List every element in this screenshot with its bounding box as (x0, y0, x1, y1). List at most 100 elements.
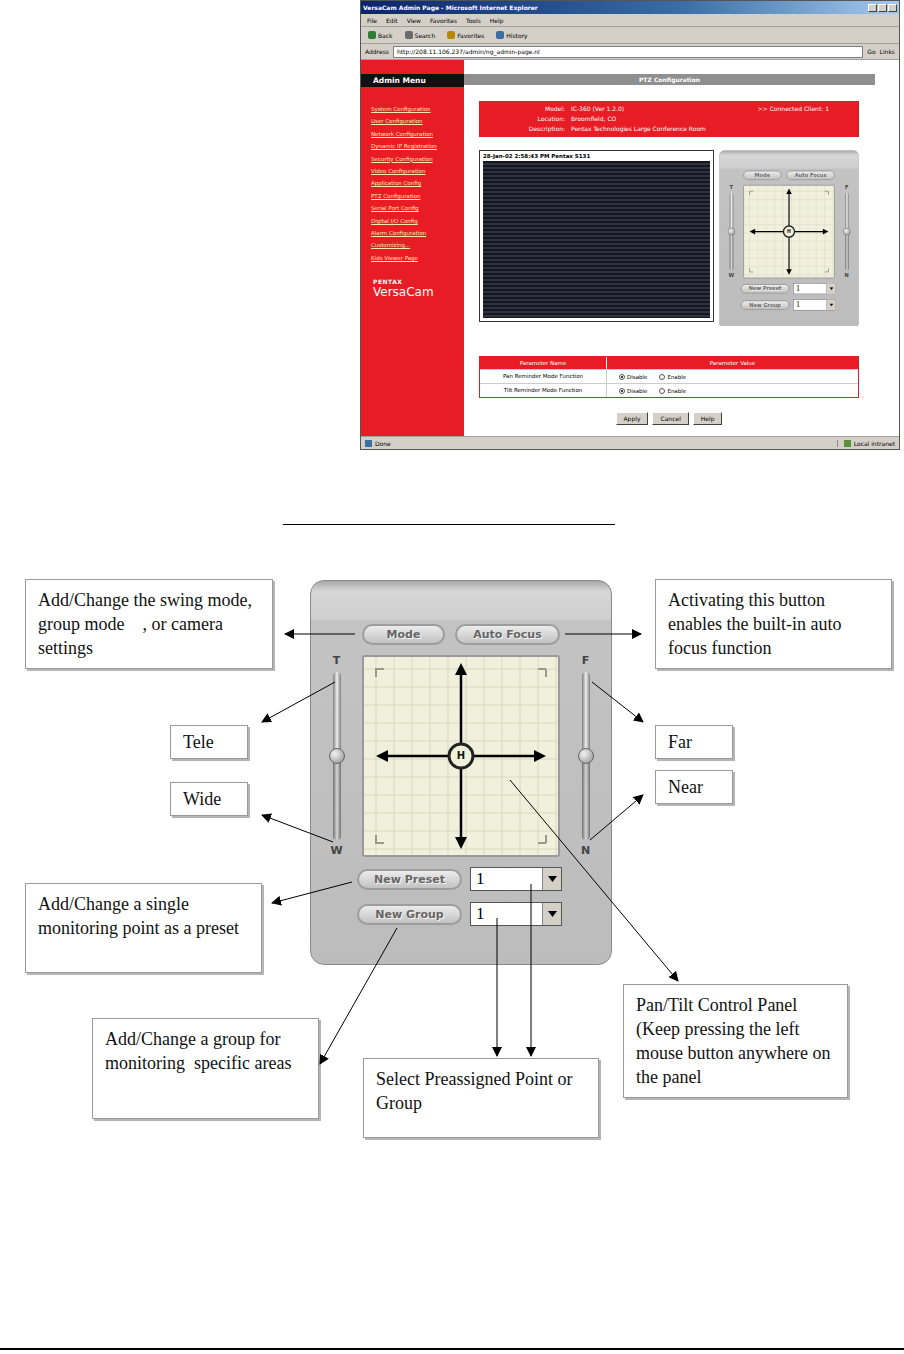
close-icon[interactable] (888, 4, 897, 12)
zone-text: Local intranet (854, 440, 895, 447)
slider-column: FN (560, 655, 611, 857)
sidebar-item[interactable]: Digital I/O Config (371, 215, 464, 227)
select-arrow-button[interactable] (542, 903, 561, 925)
toolbar-icon (447, 31, 455, 39)
parameter-value: Disable Enable (607, 384, 858, 397)
toolbar-label: Back (378, 32, 393, 39)
radio-option[interactable]: Disable (619, 374, 647, 380)
sidebar-item[interactable]: Video Configuration (371, 165, 464, 177)
sidebar-item[interactable]: Kids Viewer Page (371, 252, 464, 264)
mode-button[interactable]: Mode (362, 624, 445, 645)
sidebar-item[interactable]: PTZ Configuration (371, 190, 464, 202)
select-dropdown[interactable]: 1 (470, 867, 562, 891)
links-button[interactable]: Links (880, 48, 895, 55)
menu-item[interactable]: Help (490, 17, 504, 24)
radio-option[interactable]: Enable (659, 374, 686, 380)
go-button[interactable]: Go (867, 48, 875, 55)
slider-end-label: F (582, 655, 590, 667)
radio-option[interactable]: Disable (619, 388, 647, 394)
menu-item[interactable]: Edit (386, 17, 398, 24)
info-label: Location: (479, 115, 565, 122)
auto-focus-button[interactable]: Auto Focus (455, 624, 560, 645)
slider-knob[interactable] (728, 228, 735, 235)
toolbar-button[interactable]: History (493, 31, 530, 39)
form-button[interactable]: Help (693, 412, 723, 425)
minimize-icon[interactable] (868, 4, 877, 12)
toolbar-button[interactable]: Search (402, 31, 439, 39)
sidebar-item[interactable]: User Configuration (371, 115, 464, 127)
new-group-button[interactable]: New Group (357, 904, 462, 925)
select-arrow-button[interactable] (542, 868, 561, 890)
page-body: Model:IC-360 (Ver 1.2.0)>> Connected Cli… (464, 85, 859, 425)
sidebar-item[interactable]: Network Configuration (371, 128, 464, 140)
slider-knob[interactable] (329, 748, 345, 764)
pan-tilt-pad[interactable]: H (362, 655, 560, 857)
toolbar-button[interactable]: Favorites (444, 31, 487, 39)
auto-focus-button[interactable]: Auto Focus (786, 170, 835, 180)
ptz-control-panel: ModeAuto FocusTWHFNNew Preset1New Group1 (719, 150, 859, 326)
footer-rule (0, 1348, 904, 1350)
new-preset-button[interactable]: New Preset (741, 284, 790, 294)
sidebar-item[interactable]: Serial Port Config (371, 202, 464, 214)
radio-button[interactable] (659, 374, 665, 380)
toolbar-label: History (506, 32, 527, 39)
sidebar-item[interactable]: Alarm Configuration (371, 227, 464, 239)
slider-track[interactable] (729, 193, 733, 271)
graphic-shape (262, 815, 333, 842)
callout-box: Add/Change a single monitoring point as … (25, 883, 262, 973)
callout-box: Near (655, 770, 733, 804)
slider-column: TW (719, 185, 743, 279)
slider-track[interactable] (333, 672, 341, 840)
slider-knob[interactable] (843, 228, 850, 235)
select-arrow-button[interactable] (827, 300, 836, 310)
panel-middle: TWHFN (719, 185, 858, 279)
menu-item[interactable]: Favorites (430, 17, 457, 24)
radio-button[interactable] (619, 374, 625, 380)
graphic-shape (449, 744, 473, 768)
select-arrow-button[interactable] (827, 284, 836, 294)
new-group-button[interactable]: New Group (741, 300, 790, 310)
form-button[interactable]: Cancel (652, 412, 688, 425)
callout-box: Add/Change a group for monitoring specif… (92, 1018, 319, 1119)
browser-window: VersaCam Admin Page - Microsoft Internet… (360, 0, 900, 450)
window-controls (868, 4, 897, 12)
form-button[interactable]: Apply (616, 412, 649, 425)
new-preset-button[interactable]: New Preset (357, 869, 462, 890)
slider-fill (845, 232, 849, 271)
select-dropdown[interactable]: 1 (793, 283, 836, 294)
slider-track[interactable] (582, 672, 590, 840)
slider-knob[interactable] (578, 748, 594, 764)
menu-item[interactable]: View (407, 17, 421, 24)
select-dropdown[interactable]: 1 (470, 902, 562, 926)
toolbar-button[interactable]: Back (365, 31, 396, 39)
address-label: Address (365, 48, 389, 55)
table-row: Pan Reminder Mode FunctionDisableEnable (480, 369, 858, 383)
sidebar-list: System ConfigurationUser ConfigurationNe… (361, 87, 464, 264)
radio-button[interactable] (659, 388, 665, 394)
graphic-shape (548, 911, 557, 917)
radio-option[interactable]: Enable (659, 388, 686, 394)
menu-item[interactable]: Tools (466, 17, 481, 24)
toolbar-icon (496, 31, 504, 39)
sidebar-item[interactable]: Security Configuration (371, 153, 464, 165)
menu-item[interactable]: File (367, 17, 377, 24)
radio-label: Enable (667, 388, 686, 394)
select-dropdown[interactable]: 1 (793, 299, 836, 310)
graphic-shape (565, 634, 641, 635)
sidebar-item[interactable]: Application Config (371, 177, 464, 189)
home-label: H (787, 229, 791, 234)
radio-button[interactable] (619, 388, 625, 394)
mini-panel-scale: ModeAuto FocusTWHFNNew Preset1New Group1 (719, 150, 859, 326)
sidebar-item[interactable]: System Configuration (371, 103, 464, 115)
maximize-icon[interactable] (878, 4, 887, 12)
address-field[interactable]: http://208.11.106.237/admin/ng_admin-pag… (393, 46, 863, 58)
video-row: 28-Jan-02 2:58:43 PM Pentax S131ModeAuto… (479, 150, 859, 326)
slider-end-label: W (330, 845, 342, 857)
mode-button[interactable]: Mode (743, 170, 781, 180)
pan-tilt-pad[interactable]: H (743, 185, 835, 279)
sidebar-item[interactable]: Customizing... (371, 239, 464, 251)
page-header: PTZ Configuration (464, 74, 875, 85)
radio-label: Disable (627, 374, 647, 380)
slider-track[interactable] (845, 193, 849, 271)
sidebar-item[interactable]: Dynamic IP Registration (371, 140, 464, 152)
